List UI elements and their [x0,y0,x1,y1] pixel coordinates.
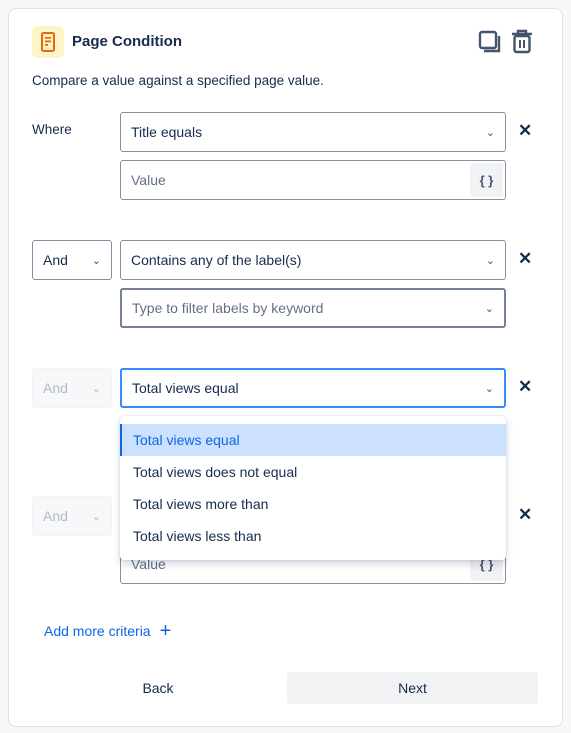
operator-value: And [43,380,68,396]
remove-row-2-close-icon[interactable]: ✕ [518,249,532,269]
description: Compare a value against a specified page… [32,73,324,88]
page-title: Page Condition [72,33,182,50]
operator-value: And [43,252,68,268]
condition-select-1[interactable]: Title equals ⌄ [120,112,506,152]
remove-row-3-close-icon[interactable]: ✕ [518,377,532,397]
condition-select-2[interactable]: Contains any of the label(s) ⌄ [120,240,506,280]
chevron-down-icon: ⌄ [485,126,495,139]
back-button[interactable]: Back [70,672,246,704]
add-more-label: Add more criteria [44,623,151,639]
chevron-down-icon: ⌄ [91,254,101,267]
operator-select-2[interactable]: And ⌄ [32,240,112,280]
add-more-criteria-button[interactable]: Add more criteria + [44,620,172,642]
page-icon [32,26,64,58]
trash-icon[interactable] [511,29,533,59]
operator-select-3: And ⌄ [32,368,112,408]
remove-row-4-close-icon[interactable]: ✕ [518,505,532,525]
selected-value: Total views equal [132,380,239,396]
remove-row-1-close-icon[interactable]: ✕ [518,121,532,141]
chevron-down-icon: ⌄ [485,254,495,267]
selected-value: Title equals [131,124,203,140]
variable-braces-button[interactable]: { } [470,163,503,197]
dropdown-option[interactable]: Total views does not equal [120,456,506,488]
chevron-down-icon: ⌄ [91,510,101,523]
plus-icon: + [159,620,172,642]
dropdown-option[interactable]: Total views equal [120,424,506,456]
label-filter-input[interactable]: Type to filter labels by keyword ⌄ [120,288,506,328]
dropdown-option[interactable]: Total views less than [120,520,506,552]
chevron-down-icon: ⌄ [484,382,494,395]
filter-placeholder: Type to filter labels by keyword [132,300,324,316]
operator-select-4: And ⌄ [32,496,112,536]
value-input-1[interactable]: Value { } [120,160,506,200]
selected-value: Contains any of the label(s) [131,252,302,268]
dropdown-option[interactable]: Total views more than [120,488,506,520]
duplicate-icon[interactable] [478,30,502,59]
operator-value: And [43,508,68,524]
chevron-down-icon: ⌄ [91,382,101,395]
where-label: Where [32,122,72,137]
chevron-down-icon: ⌄ [484,302,494,315]
value-placeholder: Value [131,172,166,188]
condition-dropdown-menu: Total views equal Total views does not e… [120,416,506,560]
next-button[interactable]: Next [287,672,538,704]
condition-select-3[interactable]: Total views equal ⌄ [120,368,506,408]
